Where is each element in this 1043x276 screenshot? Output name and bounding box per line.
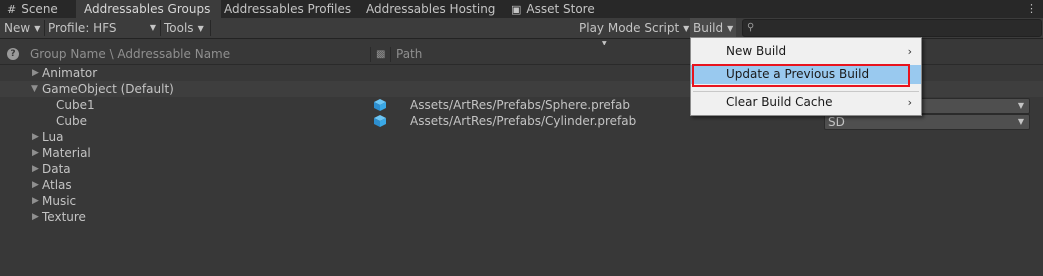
chevron-down-icon: ▼ bbox=[683, 24, 690, 33]
play-mode-script-button[interactable]: Play Mode Script ▼ bbox=[579, 18, 689, 38]
prefab-icon bbox=[374, 115, 386, 127]
tree-row-texture[interactable]: ▶ Texture bbox=[0, 209, 1043, 225]
grid-icon: # bbox=[7, 3, 17, 16]
collapse-arrow-icon[interactable]: ▼ bbox=[31, 81, 38, 97]
tree-row-atlas[interactable]: ▶ Atlas bbox=[0, 177, 1043, 193]
tab-label: Asset Store bbox=[526, 2, 595, 16]
tools-label: Tools bbox=[164, 21, 194, 35]
chevron-down-icon: ▼ bbox=[1017, 117, 1024, 126]
build-button[interactable]: Build ▼ bbox=[690, 18, 737, 38]
expand-arrow-icon[interactable]: ▶ bbox=[32, 129, 39, 145]
menu-item-label: Clear Build Cache bbox=[726, 95, 833, 109]
column-divider[interactable] bbox=[370, 47, 371, 62]
toolbar: New ▼ Profile: HFS ▼ Tools ▼ Play Mode Scr… bbox=[0, 18, 1043, 39]
expand-arrow-icon[interactable]: ▶ bbox=[32, 209, 39, 225]
chevron-right-icon: › bbox=[907, 45, 912, 58]
search-input[interactable]: ⚲ bbox=[742, 19, 1042, 37]
expand-arrow-icon[interactable]: ▶ bbox=[32, 177, 39, 193]
tab-label: Addressables Profiles bbox=[224, 2, 352, 16]
type-icon: ▩ bbox=[376, 49, 386, 60]
bag-icon: ▣ bbox=[511, 3, 522, 16]
group-label: Material bbox=[42, 146, 91, 160]
tab-addressables-hosting[interactable]: Addressables Hosting bbox=[366, 0, 496, 18]
chevron-down-icon: ▼ bbox=[1017, 101, 1024, 110]
more-options-icon[interactable]: ⋮ bbox=[1026, 0, 1037, 18]
menu-item-label: New Build bbox=[726, 44, 787, 58]
entry-label: Cube bbox=[56, 114, 87, 128]
menu-divider bbox=[693, 91, 919, 92]
chevron-down-icon: ▼ bbox=[727, 24, 734, 33]
expand-arrow-icon[interactable]: ▶ bbox=[32, 145, 39, 161]
divider bbox=[210, 20, 211, 36]
tab-addressables-profiles[interactable]: Addressables Profiles bbox=[224, 0, 359, 18]
profile-dropdown[interactable]: Profile: HFS ▼ bbox=[48, 18, 158, 38]
tree-row-data[interactable]: ▶ Data bbox=[0, 161, 1043, 177]
tree-row-material[interactable]: ▶ Material bbox=[0, 145, 1043, 161]
chevron-down-icon: ▼ bbox=[197, 24, 204, 33]
tools-button[interactable]: Tools ▼ bbox=[164, 18, 204, 38]
chevron-down-icon: ▼ bbox=[34, 24, 41, 33]
group-label: GameObject (Default) bbox=[42, 82, 174, 96]
tab-asset-store[interactable]: ▣ Asset Store bbox=[511, 0, 601, 18]
tab-bar: # Scene Addressables Groups Addressables … bbox=[0, 0, 1043, 18]
entry-path: Assets/ArtRes/Prefabs/Sphere.prefab bbox=[410, 98, 630, 112]
tab-addressables-groups[interactable]: Addressables Groups bbox=[76, 0, 221, 18]
group-label: Lua bbox=[42, 130, 64, 144]
column-divider[interactable] bbox=[390, 47, 391, 62]
divider bbox=[160, 20, 161, 36]
build-label: Build bbox=[693, 21, 724, 35]
group-label: Texture bbox=[42, 210, 86, 224]
search-icon: ⚲ bbox=[747, 22, 755, 33]
tree-row-lua[interactable]: ▶ Lua bbox=[0, 129, 1043, 145]
menu-item-new-build[interactable]: New Build › bbox=[691, 42, 921, 61]
tab-label: Addressables Groups bbox=[84, 2, 211, 16]
play-mode-label: Play Mode Script bbox=[579, 21, 680, 35]
expand-arrow-icon[interactable]: ▶ bbox=[32, 193, 39, 209]
labels-value: SD bbox=[828, 115, 845, 129]
profile-label: Profile: HFS bbox=[48, 21, 117, 35]
annotation-highlight-box bbox=[692, 64, 910, 87]
labels-dropdown[interactable]: SD ▼ bbox=[824, 114, 1030, 130]
entry-path: Assets/ArtRes/Prefabs/Cylinder.prefab bbox=[410, 114, 637, 128]
menu-item-clear-build-cache[interactable]: Clear Build Cache › bbox=[691, 93, 921, 112]
expand-arrow-icon[interactable]: ▶ bbox=[32, 161, 39, 177]
column-path[interactable]: Path bbox=[396, 45, 422, 64]
new-label: New bbox=[4, 21, 31, 35]
tab-label: Scene bbox=[21, 2, 58, 16]
help-icon[interactable]: ? bbox=[7, 48, 19, 60]
prefab-icon bbox=[374, 99, 386, 111]
group-label: Music bbox=[42, 194, 77, 208]
expand-arrow-icon[interactable]: ▶ bbox=[32, 65, 39, 81]
divider bbox=[44, 20, 45, 36]
tree-row-music[interactable]: ▶ Music bbox=[0, 193, 1043, 209]
tab-scene[interactable]: # Scene bbox=[0, 0, 77, 18]
column-name[interactable]: Group Name \ Addressable Name bbox=[30, 45, 230, 64]
group-label: Animator bbox=[42, 66, 98, 80]
entry-label: Cube1 bbox=[56, 98, 95, 112]
chevron-right-icon: › bbox=[907, 96, 912, 109]
chevron-down-icon: ▼ bbox=[149, 23, 156, 32]
group-label: Data bbox=[42, 162, 71, 176]
group-label: Atlas bbox=[42, 178, 72, 192]
tab-label: Addressables Hosting bbox=[366, 2, 496, 16]
new-button[interactable]: New ▼ bbox=[4, 18, 40, 38]
